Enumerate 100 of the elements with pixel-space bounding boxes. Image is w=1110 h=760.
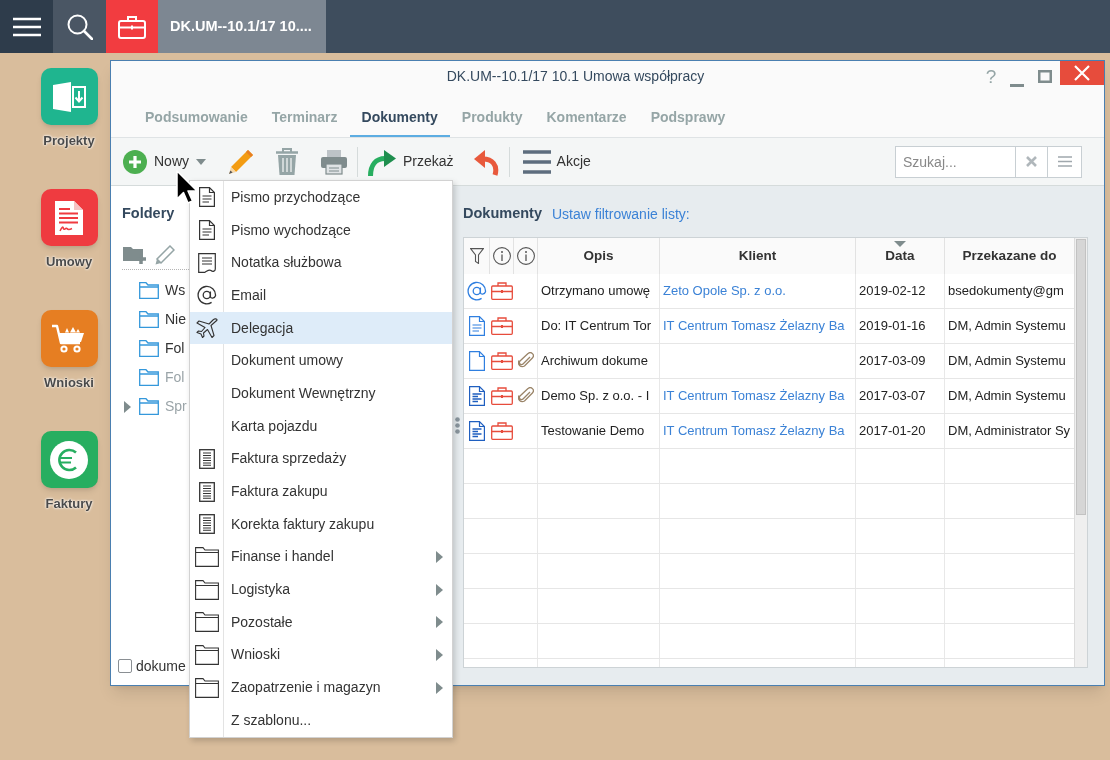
menu-item[interactable]: Karta pojazdu xyxy=(190,409,452,443)
add-icon xyxy=(123,149,147,174)
scrollbar-thumb[interactable] xyxy=(1076,239,1086,515)
client-link[interactable]: IT Centrum Tomasz Żelazny Ba xyxy=(663,316,845,336)
menu-item[interactable]: Wnioski xyxy=(190,638,452,672)
blank-document-icon xyxy=(468,351,485,371)
table-cell-text: 2019-02-12 xyxy=(859,282,926,301)
column-header[interactable]: Przekazane do xyxy=(945,238,1074,274)
column-header[interactable]: Opis xyxy=(538,238,660,274)
expand-icon[interactable] xyxy=(124,400,131,413)
column-header[interactable] xyxy=(464,238,490,274)
minimize-icon xyxy=(1010,83,1024,87)
table-cell-text: 2017-03-09 xyxy=(859,352,926,371)
trash-icon xyxy=(275,147,299,176)
column-header[interactable]: Klient xyxy=(660,238,856,274)
folder-icon xyxy=(194,579,219,600)
menu-icon xyxy=(12,16,41,37)
lined-document-icon xyxy=(198,514,215,535)
column-header[interactable] xyxy=(490,238,514,274)
folder-icon xyxy=(194,677,219,698)
client-link[interactable]: IT Centrum Tomasz Żelazny Ba xyxy=(663,421,845,441)
desktop-shortcut[interactable]: Faktury xyxy=(40,431,98,513)
menu-item[interactable]: Finanse i handel xyxy=(190,540,452,574)
folder-icon xyxy=(139,282,159,299)
menu-item[interactable]: Dokument umowy xyxy=(190,344,452,378)
search-button[interactable] xyxy=(53,0,106,53)
tree-item[interactable]: Fol xyxy=(122,334,185,363)
folder-icon xyxy=(194,612,219,633)
menu-item[interactable]: Logistyka xyxy=(190,573,452,606)
menu-icon xyxy=(1057,156,1072,167)
info-icon xyxy=(516,247,535,265)
menu-item[interactable]: Dokument Wewnętrzny xyxy=(190,377,452,410)
table-cell-text: 2019-01-16 xyxy=(859,317,926,336)
caret-icon xyxy=(196,158,206,165)
table-cell-text: DM, Admin Systemu xyxy=(948,352,1066,371)
desktop-shortcut[interactable]: Projekty xyxy=(40,68,98,150)
info-icon xyxy=(492,247,511,265)
new-button[interactable]: Nowy xyxy=(123,143,206,180)
close-icon xyxy=(1026,156,1037,167)
table-cell-text: Do: IT Centrum Tor xyxy=(541,317,652,336)
menu-icon xyxy=(522,149,551,174)
clear-button[interactable] xyxy=(1016,145,1048,178)
form-document-icon xyxy=(468,421,485,441)
table-cell-text: DM, Administrator Sy xyxy=(948,422,1071,441)
checkbox-option[interactable]: dokume xyxy=(118,656,186,676)
tree-item[interactable]: Nie xyxy=(122,305,186,334)
document-icon xyxy=(198,187,215,208)
menu-item[interactable]: Pismo przychodzące xyxy=(190,181,452,214)
forward-button[interactable]: Przekaż xyxy=(367,143,454,180)
table-cell-text: Testowanie Demo xyxy=(541,422,645,441)
client-link[interactable]: Zeto Opole Sp. z o.o. xyxy=(663,281,786,301)
scrollbar[interactable] xyxy=(1074,238,1087,667)
filter-icon xyxy=(469,248,484,264)
folder-icon xyxy=(194,546,219,567)
table-cell-text: Archiwum dokume xyxy=(541,352,648,371)
menu-item[interactable]: Delegacja xyxy=(190,311,452,345)
menu-item[interactable]: Z szablonu... xyxy=(190,704,452,737)
column-header[interactable] xyxy=(514,238,538,274)
menu-item[interactable]: Faktura zakupu xyxy=(190,475,452,508)
close-icon xyxy=(1074,65,1090,81)
splitter-handle[interactable] xyxy=(455,417,460,434)
folder-icon xyxy=(139,398,159,415)
forward-arrow-icon xyxy=(367,147,397,176)
pencil-icon[interactable] xyxy=(155,245,175,265)
desktop-shortcut[interactable]: Wnioski xyxy=(40,310,98,392)
table-cell-text: Otrzymano umowę xyxy=(541,282,651,301)
menu-item[interactable]: Korekta faktury zakupu xyxy=(190,507,452,541)
maximize-icon xyxy=(1038,70,1052,83)
tree-item[interactable]: Ws xyxy=(122,276,186,305)
folder-icon xyxy=(139,311,159,328)
folder-plus-icon[interactable] xyxy=(123,245,147,265)
menu-item[interactable]: Notatka służbowa xyxy=(190,246,452,280)
document-icon xyxy=(198,220,215,241)
at-sign-icon xyxy=(466,281,487,301)
window-title: DK.UM--10.1/17 10.1 Umowa współpracy xyxy=(445,67,706,86)
search-field[interactable]: Szukaj... xyxy=(895,145,1016,178)
client-link[interactable]: IT Centrum Tomasz Żelazny Ba xyxy=(663,386,845,406)
desktop-shortcut[interactable]: Umowy xyxy=(40,189,98,271)
checkbox[interactable] xyxy=(118,659,132,673)
search-icon xyxy=(66,13,93,40)
at-sign-icon xyxy=(196,285,217,306)
options-button[interactable] xyxy=(1048,145,1082,178)
menu-item[interactable]: Faktura sprzedaży xyxy=(190,442,452,476)
lined-document-icon xyxy=(198,481,215,502)
actions-button[interactable]: Akcje xyxy=(522,143,591,180)
close-button[interactable] xyxy=(1060,61,1104,85)
form-document-icon xyxy=(468,386,485,406)
table-cell-text: 2017-03-07 xyxy=(859,387,926,406)
menu-button[interactable] xyxy=(0,0,53,53)
taskbar-tab[interactable]: DK.UM--10.1/17 10.... xyxy=(106,0,326,53)
printer-icon xyxy=(320,148,348,175)
table-cell-text: 2017-01-20 xyxy=(859,422,926,441)
menu-item[interactable]: Pozostałe xyxy=(190,605,452,639)
column-header[interactable]: Data xyxy=(856,238,945,274)
menu-item[interactable]: Pismo wychodzące xyxy=(190,213,452,247)
panel-title: Foldery xyxy=(122,204,175,223)
airplane-icon xyxy=(195,318,218,339)
menu-item[interactable]: Zaopatrzenie i magazyn xyxy=(190,671,452,704)
table-cell-text: DM, Admin Systemu xyxy=(948,317,1066,336)
menu-item[interactable]: Email xyxy=(190,279,452,312)
